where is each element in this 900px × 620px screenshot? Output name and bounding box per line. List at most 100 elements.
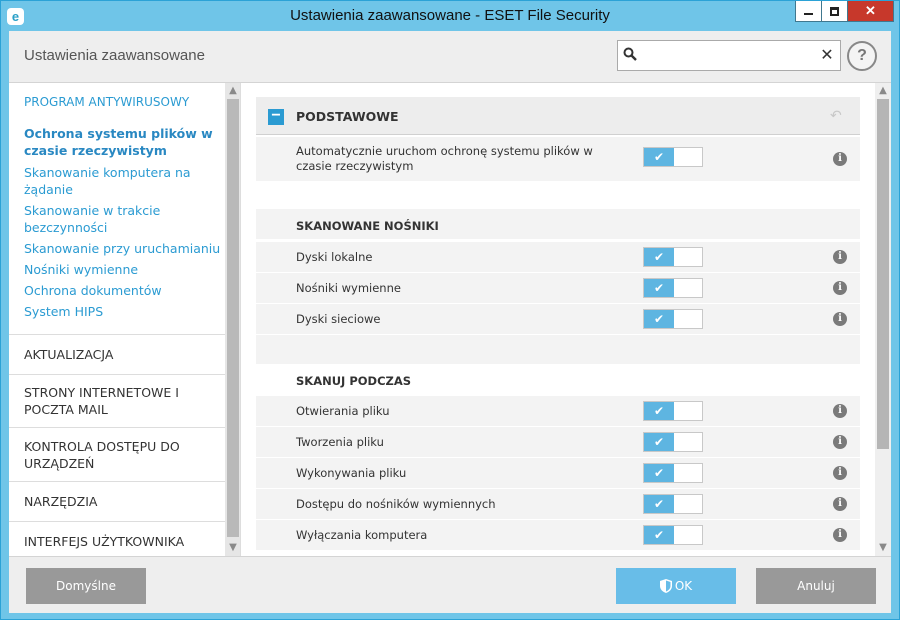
ok-button[interactable]: OK: [616, 568, 736, 604]
sidebar-item-label: INTERFEJS UŻYTKOWNIKA: [24, 534, 185, 549]
cancel-button[interactable]: Anuluj: [756, 568, 876, 604]
close-window-button[interactable]: ✕: [847, 1, 894, 22]
info-icon[interactable]: i: [833, 250, 847, 264]
maximize-icon: [830, 6, 839, 16]
setting-row-file-create: Tworzenia pliku ✔ i: [256, 427, 860, 457]
check-icon: ✔: [644, 495, 674, 513]
subsection-header-scan-on: SKANUJ PODCZAS: [256, 364, 860, 398]
cancel-button-label: Anuluj: [797, 579, 835, 593]
setting-row-shutdown: Wyłączania komputera ✔ i: [256, 520, 860, 550]
clear-search-icon[interactable]: ✕: [818, 45, 836, 65]
search-input[interactable]: [644, 45, 814, 67]
info-icon[interactable]: i: [833, 466, 847, 480]
setting-row-local-drives: Dyski lokalne ✔ i: [256, 242, 860, 272]
sidebar-item-removable-media[interactable]: Nośniki wymienne: [24, 261, 224, 278]
window-title: Ustawienia zaawansowane - ESET File Secu…: [290, 7, 610, 24]
subsection-header-scanned-media: SKANOWANE NOŚNIKI: [256, 209, 860, 239]
ok-button-label: OK: [674, 579, 693, 593]
check-icon: ✔: [644, 279, 674, 297]
info-icon[interactable]: i: [833, 435, 847, 449]
sidebar-item-device-control[interactable]: KONTROLA DOSTĘPU DO URZĄDZEŃ: [9, 427, 225, 481]
scroll-up-icon[interactable]: ▲: [875, 83, 891, 99]
file-execute-toggle[interactable]: ✔: [643, 463, 703, 483]
collapse-icon[interactable]: −: [268, 108, 284, 125]
setting-row-removable-media: Nośniki wymienne ✔ i: [256, 273, 860, 303]
sidebar-item-label: STRONY INTERNETOWE I POCZTA MAIL: [24, 385, 179, 417]
info-icon[interactable]: i: [833, 152, 847, 166]
setting-label: Wykonywania pliku: [296, 466, 407, 480]
sidebar-item-update[interactable]: AKTUALIZACJA: [9, 334, 225, 374]
subsection-title: SKANUJ PODCZAS: [296, 374, 412, 388]
close-icon: ✕: [865, 3, 876, 18]
dialog-footer: Domyślne OK Anuluj: [9, 556, 891, 613]
info-icon[interactable]: i: [833, 528, 847, 542]
file-open-toggle[interactable]: ✔: [643, 401, 703, 421]
check-icon: ✔: [644, 148, 674, 166]
check-icon: ✔: [644, 433, 674, 451]
setting-row-network-drives: Dyski sieciowe ✔ i: [256, 304, 860, 334]
scroll-down-icon[interactable]: ▼: [225, 540, 240, 556]
help-button[interactable]: ?: [847, 41, 877, 71]
setting-label: Tworzenia pliku: [296, 435, 384, 449]
sidebar-item-document-protection[interactable]: Ochrona dokumentów: [24, 282, 224, 299]
section-header-basic[interactable]: − PODSTAWOWE ↶: [256, 97, 860, 135]
check-icon: ✔: [644, 402, 674, 420]
setting-row-removable-access: Dostępu do nośników wymiennych ✔ i: [256, 489, 860, 519]
sidebar-item-startup-scan[interactable]: Skanowanie przy uruchamianiu: [24, 240, 224, 257]
main-scrollbar-thumb[interactable]: [877, 99, 889, 449]
subsection-title: SKANOWANE NOŚNIKI: [296, 219, 439, 233]
sidebar-item-user-interface[interactable]: INTERFEJS UŻYTKOWNIKA: [9, 521, 225, 556]
search-icon: [623, 47, 637, 61]
sidebar-item-on-demand-scan[interactable]: Skanowanie komputera na żądanie: [24, 164, 224, 198]
setting-label: Automatycznie uruchom ochronę systemu pl…: [296, 144, 593, 173]
settings-header: Ustawienia zaawansowane ✕ ?: [9, 31, 891, 83]
sidebar-item-hips[interactable]: System HIPS: [24, 303, 224, 320]
setting-label: Wyłączania komputera: [296, 528, 428, 542]
local-drives-toggle[interactable]: ✔: [643, 247, 703, 267]
revert-icon[interactable]: ↶: [830, 108, 842, 124]
setting-row-file-execute: Wykonywania pliku ✔ i: [256, 458, 860, 488]
maximize-button[interactable]: [821, 1, 848, 22]
spacer: [256, 181, 860, 209]
check-icon: ✔: [644, 248, 674, 266]
setting-label: Dostępu do nośników wymiennych: [296, 497, 496, 511]
sidebar-item-tools[interactable]: NARZĘDZIA: [9, 481, 225, 521]
file-create-toggle[interactable]: ✔: [643, 432, 703, 452]
removable-media-toggle[interactable]: ✔: [643, 278, 703, 298]
section-title: PODSTAWOWE: [296, 109, 399, 124]
setting-row-auto-start: Automatycznie uruchom ochronę systemu pl…: [256, 137, 860, 181]
minimize-button[interactable]: [795, 1, 822, 22]
sidebar-scrollbar-thumb[interactable]: [227, 99, 239, 537]
title-bar[interactable]: e Ustawienia zaawansowane - ESET File Se…: [1, 1, 899, 31]
sidebar-item-label: KONTROLA DOSTĘPU DO URZĄDZEŃ: [24, 438, 180, 471]
info-icon[interactable]: i: [833, 281, 847, 295]
setting-label: Otwierania pliku: [296, 404, 390, 418]
removable-access-toggle[interactable]: ✔: [643, 494, 703, 514]
scroll-up-icon[interactable]: ▲: [225, 83, 240, 99]
sidebar-item-label: NARZĘDZIA: [24, 494, 98, 509]
setting-label: Dyski sieciowe: [296, 312, 381, 326]
shutdown-toggle[interactable]: ✔: [643, 525, 703, 545]
sidebar: PROGRAM ANTYWIRUSOWY Ochrona systemu pli…: [9, 83, 241, 556]
sidebar-item-label: AKTUALIZACJA: [24, 347, 114, 362]
minimize-icon: [804, 13, 813, 15]
info-icon[interactable]: i: [833, 404, 847, 418]
info-icon[interactable]: i: [833, 312, 847, 326]
auto-start-toggle[interactable]: ✔: [643, 147, 703, 167]
info-icon[interactable]: i: [833, 497, 847, 511]
sidebar-item-web-email[interactable]: STRONY INTERNETOWE I POCZTA MAIL: [9, 374, 225, 427]
setting-label: Nośniki wymienne: [296, 281, 401, 295]
sidebar-item-realtime-protection[interactable]: Ochrona systemu plików w czasie rzeczywi…: [24, 125, 224, 159]
app-window: e Ustawienia zaawansowane - ESET File Se…: [0, 0, 900, 620]
network-drives-toggle[interactable]: ✔: [643, 309, 703, 329]
check-icon: ✔: [644, 464, 674, 482]
search-box[interactable]: ✕: [617, 40, 841, 71]
setting-label: Dyski lokalne: [296, 250, 373, 264]
page-title: Ustawienia zaawansowane: [24, 47, 205, 64]
sidebar-item-idle-scan[interactable]: Skanowanie w trakcie bezczynności: [24, 202, 224, 236]
settings-panel: − PODSTAWOWE ↶ Automatycznie uruchom och…: [241, 83, 891, 556]
defaults-button[interactable]: Domyślne: [26, 568, 146, 604]
sidebar-section-antivirus[interactable]: PROGRAM ANTYWIRUSOWY: [24, 95, 189, 109]
setting-row-file-open: Otwierania pliku ✔ i: [256, 396, 860, 426]
scroll-down-icon[interactable]: ▼: [875, 540, 891, 556]
